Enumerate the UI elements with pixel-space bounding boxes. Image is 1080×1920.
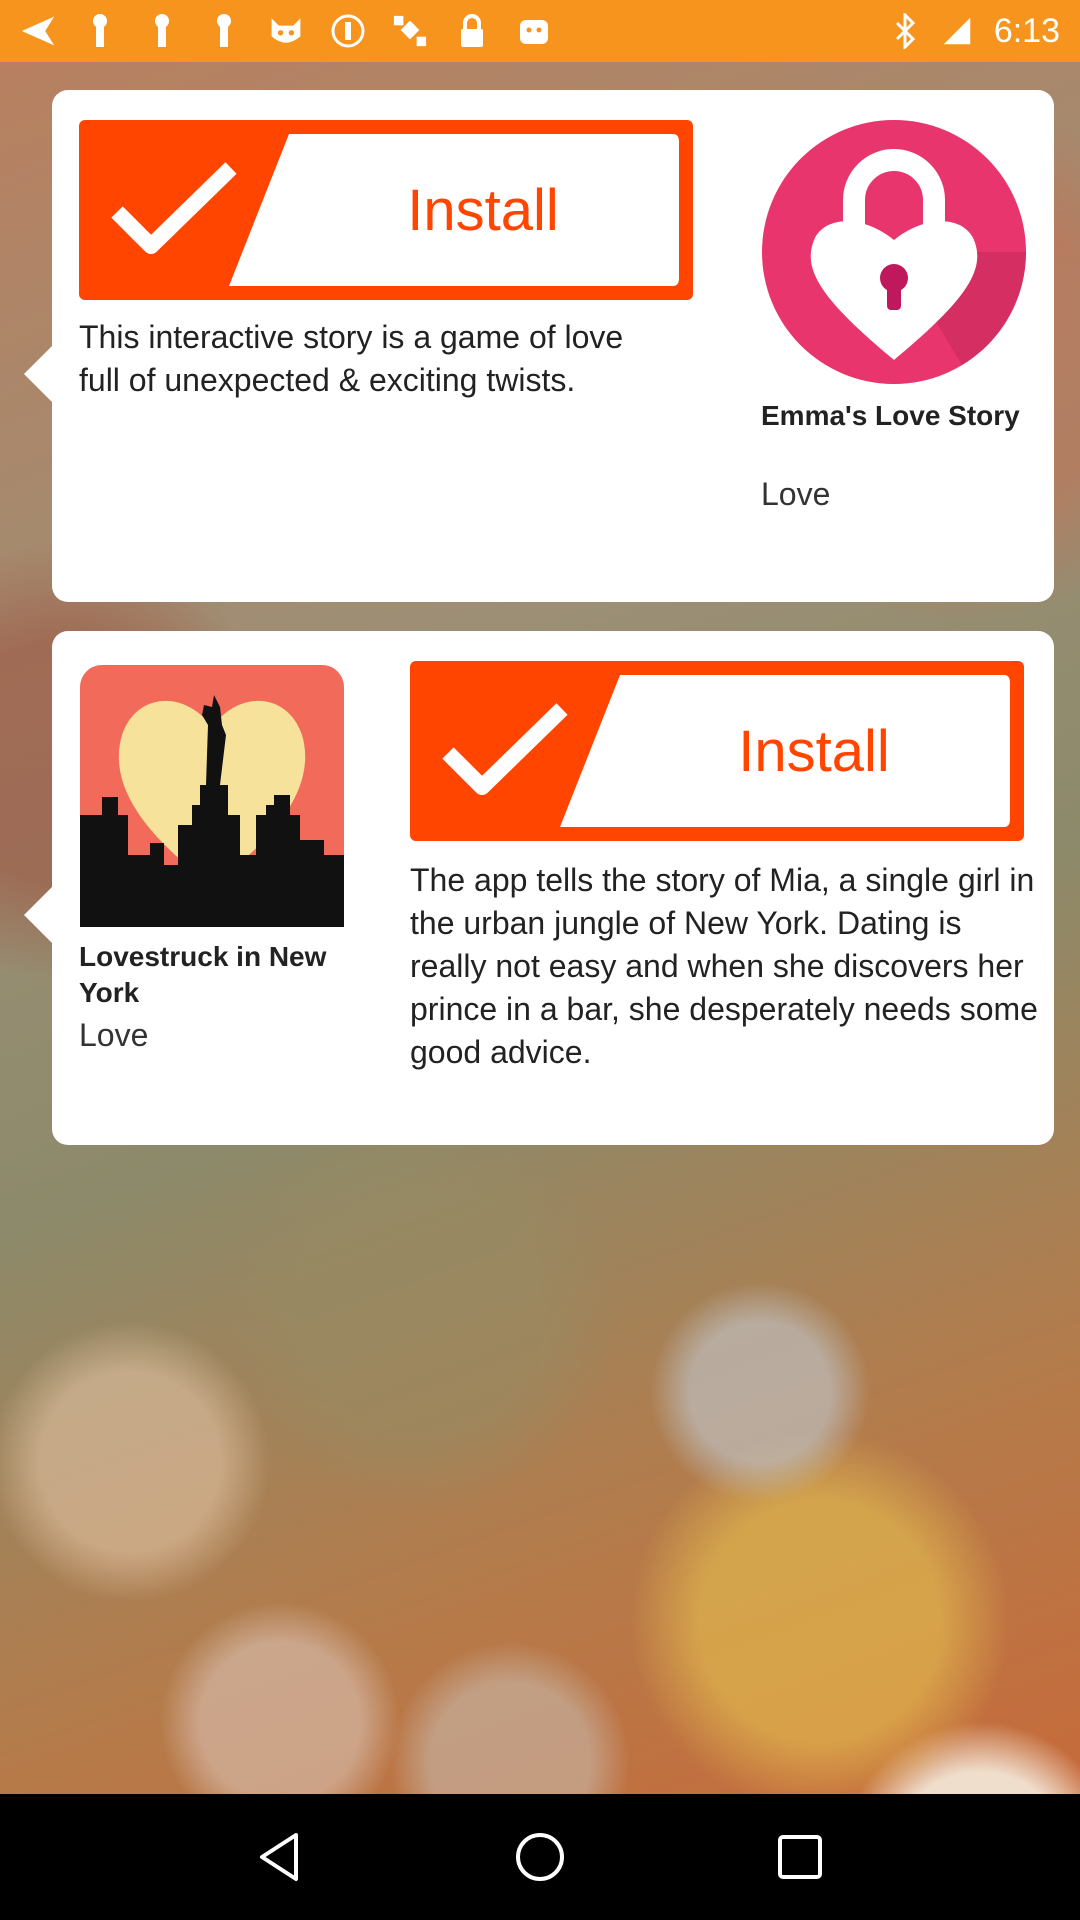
signal-icon	[942, 13, 972, 49]
navigation-bar	[0, 1794, 1080, 1920]
recents-icon[interactable]	[765, 1822, 835, 1892]
system-status: 6:13	[890, 12, 1060, 51]
alert-icon	[330, 13, 366, 49]
app-title[interactable]: Lovestruck in New York	[79, 939, 359, 1011]
notification-icon	[206, 13, 242, 49]
check-icon	[442, 703, 568, 795]
install-button[interactable]: Install	[79, 120, 693, 300]
satellite-icon	[392, 13, 428, 49]
install-label: Install	[407, 177, 559, 243]
notification-icon	[82, 13, 118, 49]
app-title[interactable]: Emma's Love Story	[761, 398, 1031, 434]
lock-icon	[454, 13, 490, 49]
home-icon[interactable]	[505, 1822, 575, 1892]
app-category: Love	[761, 476, 831, 512]
app-description: The app tells the story of Mia, a single…	[410, 862, 1038, 1070]
notification-icon	[144, 13, 180, 49]
notification-icons	[20, 13, 552, 49]
app-description: This interactive story is a game of love…	[79, 319, 624, 398]
bluetooth-icon	[890, 13, 920, 49]
status-time: 6:13	[993, 11, 1060, 50]
app-category: Love	[79, 1017, 149, 1053]
cat-icon	[268, 13, 304, 49]
status-bar: 6:13	[0, 0, 1080, 62]
install-label: Install	[738, 718, 890, 784]
navigation-icon	[20, 13, 56, 49]
statue-of-liberty-heart-icon[interactable]	[80, 665, 344, 927]
install-button[interactable]: Install	[410, 661, 1024, 841]
card-pointer	[24, 887, 52, 943]
back-icon[interactable]	[245, 1822, 315, 1892]
app-card-emma: Install This interactive story is a game…	[24, 90, 1054, 602]
check-icon	[111, 162, 237, 254]
card-pointer	[24, 346, 52, 402]
android-icon	[516, 13, 552, 49]
app-card-lovestruck: Lovestruck in New York Love Install The …	[24, 631, 1054, 1145]
heart-lock-icon[interactable]	[762, 120, 1026, 384]
